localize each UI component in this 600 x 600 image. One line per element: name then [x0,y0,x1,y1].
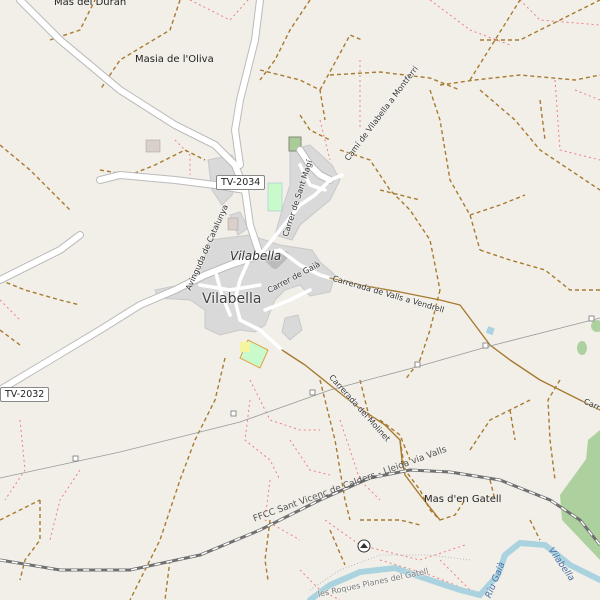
forest-patch [577,341,587,355]
power-line [0,317,600,479]
map-layer [0,0,600,600]
place-label-mas-den-gatell: Mas d'en Gatell [424,494,502,505]
place-label-vilabella: Vilabella [202,291,262,307]
place-label-mas-del-duran: Mas del Duran [54,0,127,8]
road-shield-tv2032: TV-2032 [0,387,50,402]
pond [485,326,495,336]
place-label-vilabella-italic: Vilabella [230,249,282,263]
road-shield-tv2034: TV-2034 [216,175,266,190]
railway-line [0,468,600,572]
viewpoint-icon [357,539,371,553]
green-area [267,182,283,212]
place-label-masia-oliva: Masia de l'Oliva [135,54,214,65]
map-canvas[interactable]: Mas del Duran Masia de l'Oliva Vilabella… [0,0,600,600]
